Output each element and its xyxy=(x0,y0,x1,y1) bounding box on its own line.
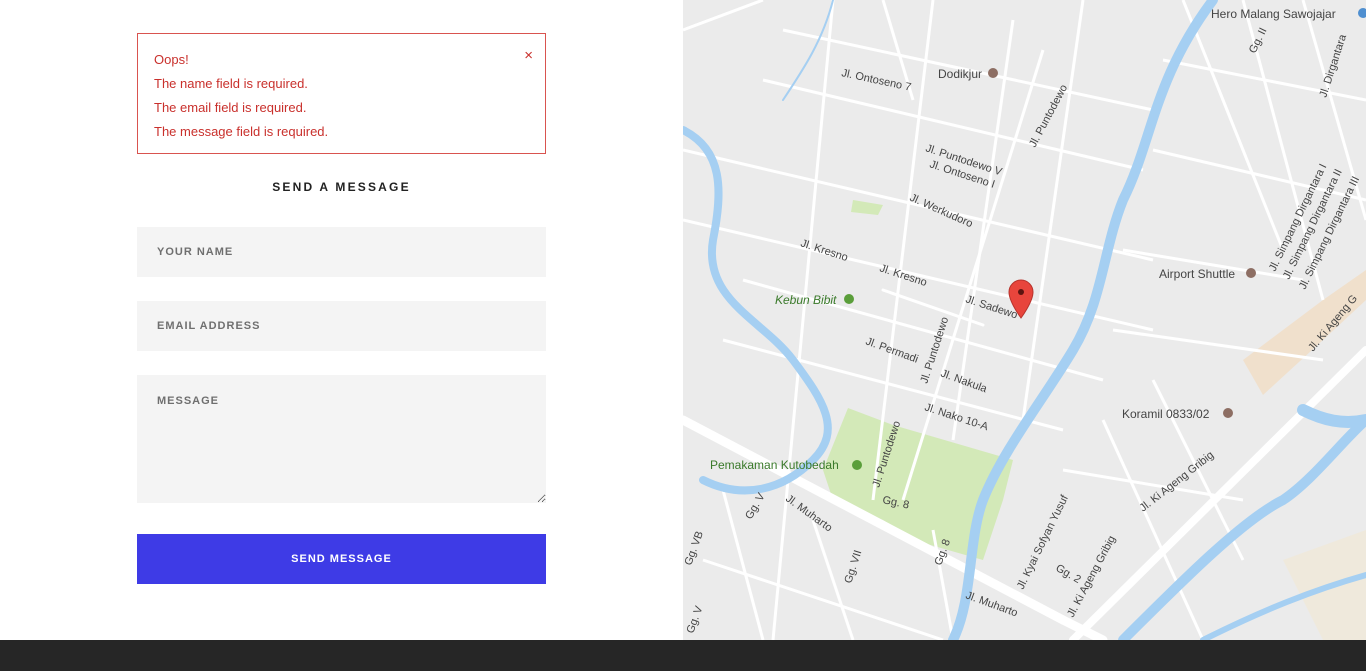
email-input[interactable] xyxy=(137,301,546,351)
error-alert: × Oops! The name field is required. The … xyxy=(137,33,546,154)
form-title: SEND A MESSAGE xyxy=(272,180,411,194)
map-label-koramil: Koramil 0833/02 xyxy=(1122,407,1210,421)
contact-form-panel: × Oops! The name field is required. The … xyxy=(0,0,683,640)
close-alert-button[interactable]: × xyxy=(524,46,533,66)
alert-message-name: The name field is required. xyxy=(154,76,308,91)
map-label-hero: Hero Malang Sawojajar xyxy=(1211,7,1336,21)
map-label-airport-shuttle: Airport Shuttle xyxy=(1159,267,1235,281)
alert-message-message: The message field is required. xyxy=(154,124,329,139)
name-input[interactable] xyxy=(137,227,546,277)
map-panel[interactable]: Hero Malang Sawojajar Dodikjur Jl. Ontos… xyxy=(683,0,1366,640)
message-textarea[interactable] xyxy=(137,375,546,503)
send-message-button[interactable]: SEND MESSAGE xyxy=(137,534,546,584)
map-label-pemakaman: Pemakaman Kutobedah xyxy=(710,458,839,472)
alert-message-email: The email field is required. xyxy=(154,100,307,115)
map-canvas[interactable]: Hero Malang Sawojajar Dodikjur Jl. Ontos… xyxy=(683,0,1366,640)
map-label-kebun-bibit: Kebun Bibit xyxy=(775,293,837,307)
alert-title: Oops! xyxy=(154,52,189,67)
map-label-dodikjur: Dodikjur xyxy=(938,67,982,81)
contact-page: × Oops! The name field is required. The … xyxy=(0,0,1366,671)
page-footer xyxy=(0,640,1366,671)
